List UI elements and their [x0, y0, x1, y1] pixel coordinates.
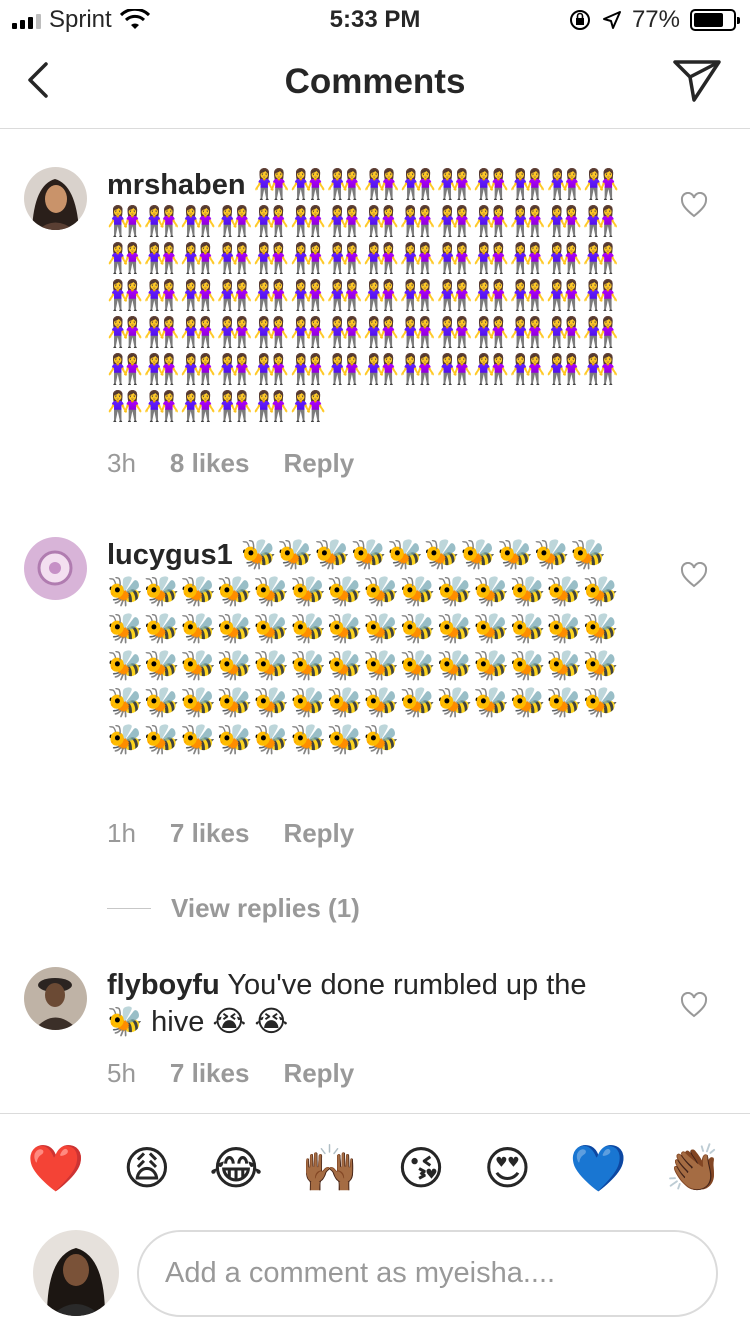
like-heart-icon[interactable]	[680, 192, 708, 218]
comment-likes[interactable]: 8 likes	[170, 448, 250, 479]
view-replies-button[interactable]: View replies (1)	[107, 893, 360, 924]
status-bar: Sprint 5:33 PM 77%	[0, 0, 750, 40]
divider	[107, 908, 151, 909]
reply-button[interactable]: Reply	[283, 448, 354, 479]
view-replies-label: View replies (1)	[171, 893, 360, 923]
like-heart-icon[interactable]	[680, 992, 708, 1018]
comment-likes[interactable]: 7 likes	[170, 1058, 250, 1089]
location-arrow-icon	[602, 11, 621, 29]
comment-time: 5h	[107, 1058, 136, 1088]
avatar[interactable]	[24, 167, 87, 230]
current-user-avatar	[33, 1230, 119, 1316]
avatar[interactable]	[24, 967, 87, 1030]
quick-emoji-clap[interactable]: 👏🏾	[665, 1143, 722, 1193]
quick-emoji-heart-eyes[interactable]: 😍	[483, 1143, 531, 1193]
comment-time: 3h	[107, 448, 136, 478]
comment-username[interactable]: flyboyfu	[107, 969, 220, 1001]
send-direct-icon[interactable]	[672, 58, 722, 104]
quick-emoji-blue-heart[interactable]: 💙	[570, 1143, 627, 1193]
orientation-lock-icon	[569, 10, 590, 30]
quick-emoji-bar: ❤️ 😩 😂 🙌🏾 😘 😍 💙 👏🏾	[0, 1113, 750, 1222]
like-heart-icon[interactable]	[680, 562, 708, 588]
reply-button[interactable]: Reply	[283, 818, 354, 849]
quick-emoji-weary[interactable]: 😩	[123, 1143, 171, 1193]
battery-icon	[690, 9, 740, 31]
quick-emoji-heart[interactable]: ❤️	[27, 1143, 84, 1193]
comment-likes[interactable]: 7 likes	[170, 818, 250, 849]
comment-input[interactable]: Add a comment as myeisha....	[137, 1230, 718, 1317]
page-title: Comments	[284, 62, 466, 101]
comment-time: 1h	[107, 818, 136, 848]
quick-emoji-joy[interactable]: 😂	[209, 1143, 263, 1193]
quick-emoji-raised-hands[interactable]: 🙌🏾	[301, 1143, 358, 1193]
quick-emoji-kiss[interactable]: 😘	[397, 1143, 445, 1193]
avatar[interactable]	[24, 537, 87, 600]
comment-composer: Add a comment as myeisha....	[0, 1222, 750, 1334]
reply-button[interactable]: Reply	[283, 1058, 354, 1089]
battery-percent: 77%	[631, 6, 680, 33]
comment-username[interactable]: lucygus1	[107, 539, 233, 571]
comment-username[interactable]: mrshaben	[107, 169, 246, 201]
comment-input-placeholder: Add a comment as myeisha....	[165, 1257, 556, 1289]
comment-text: 👭👭👭👭👭👭👭👭👭👭👭👭👭👭👭👭👭👭👭👭👭👭👭👭👭👭👭👭👭👭👭👭👭👭👭👭👭👭👭👭…	[107, 169, 620, 423]
nav-header: Comments	[0, 40, 750, 129]
comment-text: 🐝🐝🐝🐝🐝🐝🐝🐝🐝🐝🐝🐝🐝🐝🐝🐝🐝🐝🐝🐝🐝🐝🐝🐝🐝🐝🐝🐝🐝🐝🐝🐝🐝🐝🐝🐝🐝🐝🐝🐝…	[107, 539, 620, 756]
